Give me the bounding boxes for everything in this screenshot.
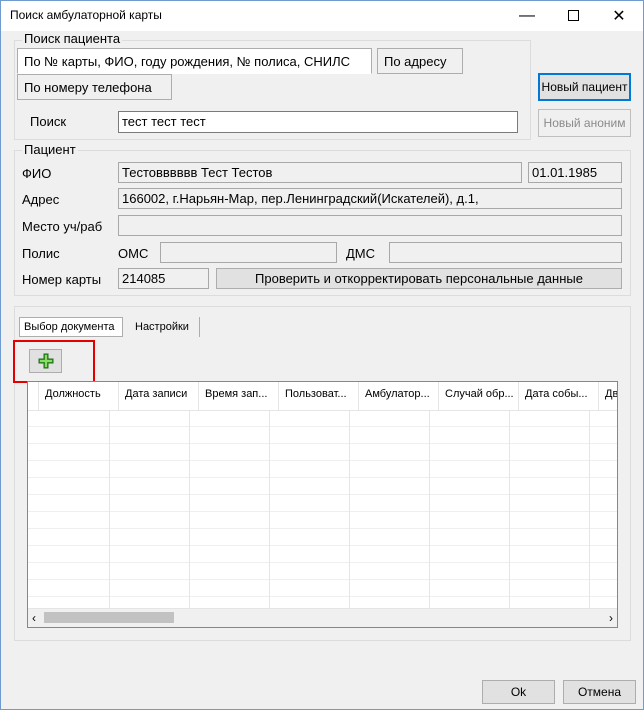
column-header[interactable]: Пользоват...	[279, 382, 359, 410]
grid-header: Должность Дата записи Время зап... Польз…	[28, 382, 617, 411]
scrollbar-thumb[interactable]	[44, 612, 174, 623]
dms-label: ДМС	[346, 246, 376, 261]
fio-field[interactable]: Тестовввввв Тест Тестов	[118, 162, 522, 183]
column-header[interactable]: Дата записи	[119, 382, 199, 410]
column-header[interactable]: Случай обр...	[439, 382, 519, 410]
documents-grid[interactable]: Должность Дата записи Время зап... Польз…	[27, 381, 618, 628]
minimize-icon: —	[519, 6, 535, 24]
card-number-label: Номер карты	[22, 272, 102, 287]
verify-personal-data-button[interactable]: Проверить и откорректировать персональны…	[216, 268, 622, 289]
maximize-button[interactable]	[550, 1, 596, 30]
search-legend: Поиск пациента	[22, 31, 123, 46]
birth-date-field[interactable]: 01.01.1985	[528, 162, 622, 183]
column-header[interactable]: Дата собы...	[519, 382, 599, 410]
cancel-button[interactable]: Отмена	[563, 680, 636, 704]
oms-field[interactable]	[160, 242, 337, 263]
new-patient-button[interactable]: Новый пациент	[538, 73, 631, 101]
dms-field[interactable]	[389, 242, 622, 263]
workplace-field[interactable]	[118, 215, 622, 236]
column-header[interactable]: Время зап...	[199, 382, 279, 410]
ok-button[interactable]: Ok	[482, 680, 555, 704]
close-window-button[interactable]: ✕	[596, 1, 642, 30]
fio-label: ФИО	[22, 166, 52, 181]
search-input[interactable]: тест тест тест	[118, 111, 518, 133]
grid-body	[28, 410, 617, 609]
maximize-icon	[567, 10, 579, 21]
tab-search-by-address[interactable]: По адресу	[377, 48, 463, 74]
workplace-label: Место уч/раб	[22, 219, 103, 234]
add-document-button[interactable]	[29, 349, 62, 373]
column-header[interactable]: Движ	[599, 382, 617, 410]
window-title: Поиск амбулаторной карты	[10, 8, 162, 22]
column-header[interactable]: Должность	[39, 382, 119, 410]
tab-document-selection[interactable]: Выбор документа	[19, 317, 123, 337]
card-number-field[interactable]: 214085	[118, 268, 209, 289]
horizontal-scrollbar[interactable]: ‹ ›	[28, 608, 617, 627]
address-field[interactable]: 166002, г.Нарьян-Мар, пер.Ленинградский(…	[118, 188, 622, 209]
new-anonymous-button[interactable]: Новый аноним	[538, 109, 631, 137]
tab-search-by-card[interactable]: По № карты, ФИО, году рождения, № полиса…	[17, 48, 372, 74]
scroll-left-icon[interactable]: ‹	[32, 611, 36, 625]
patient-legend: Пациент	[22, 142, 78, 157]
tab-settings[interactable]: Настройки	[131, 317, 200, 337]
column-header[interactable]: Амбулатор...	[359, 382, 439, 410]
oms-label: ОМС	[118, 246, 149, 261]
search-label: Поиск	[30, 114, 67, 129]
plus-icon	[38, 353, 53, 369]
tab-search-by-phone[interactable]: По номеру телефона	[17, 74, 172, 100]
scroll-right-icon[interactable]: ›	[609, 611, 613, 625]
policy-label: Полис	[22, 246, 60, 261]
minimize-button[interactable]: —	[504, 1, 550, 30]
address-label: Адрес	[22, 192, 60, 207]
close-icon: ✕	[612, 7, 626, 25]
